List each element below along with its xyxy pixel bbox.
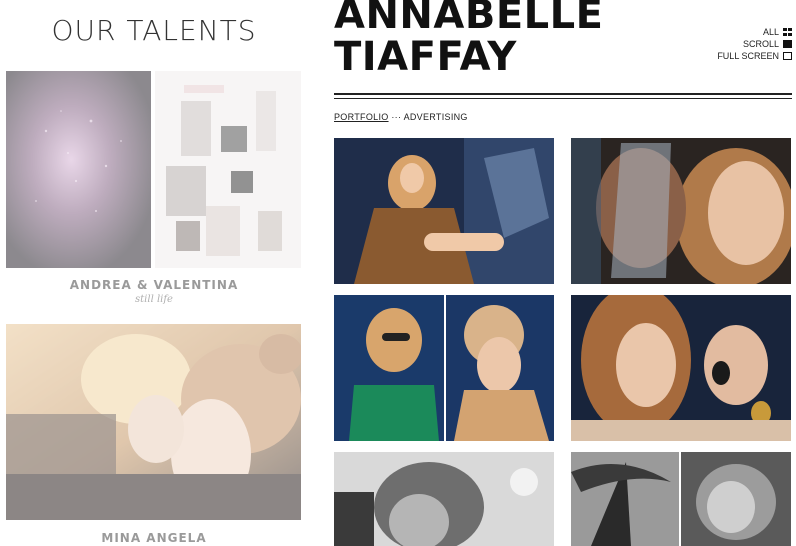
grid-icon [783,28,792,36]
header-divider-thick [334,93,792,95]
breadcrumb-portfolio-link[interactable]: PORTFOLIO [334,112,389,122]
breadcrumb-current: ADVERTISING [403,112,468,122]
artist-name-line2: TIAFFAY [334,34,517,80]
view-fullscreen-label: FULL SCREEN [717,51,779,61]
breadcrumb: PORTFOLIO ··· ADVERTISING [334,112,468,122]
portfolio-thumbnail[interactable] [571,295,791,441]
talents-panel: OUR TALENTS ANDREA & VALENTINA still lif… [0,0,310,546]
talent-name-mina-angela[interactable]: MINA ANGELA [0,531,308,545]
portfolio-thumbnail[interactable] [334,138,554,284]
breadcrumb-separator: ··· [391,112,402,122]
talent-image-mina-angela[interactable] [6,324,301,520]
portfolio-thumbnail[interactable] [334,452,554,546]
header-divider-thin [334,98,792,99]
artist-name: ANNABELLE TIAFFAY [334,0,603,78]
filled-square-icon [783,40,792,48]
talent-image-andrea-valentina[interactable] [6,71,301,268]
artist-name-line1: ANNABELLE [334,0,604,38]
talents-title: OUR TALENTS [51,14,257,47]
talent-subtitle-still-life: still life [135,294,173,305]
view-scroll-button[interactable]: SCROLL [717,38,792,50]
portfolio-thumbnail[interactable] [571,452,791,546]
artist-panel: ANNABELLE TIAFFAY ALL SCROLL FULL SCREEN… [322,0,796,546]
view-all-button[interactable]: ALL [717,26,792,38]
talent-name-andrea-valentina[interactable]: ANDREA & VALENTINA [0,278,308,292]
portfolio-thumbnail[interactable] [571,138,791,284]
view-scroll-label: SCROLL [742,39,779,49]
view-all-label: ALL [762,27,779,37]
portfolio-thumbnail[interactable] [334,295,554,441]
fullscreen-icon [783,52,792,60]
view-mode-menu: ALL SCROLL FULL SCREEN [717,26,792,62]
view-fullscreen-button[interactable]: FULL SCREEN [717,50,792,62]
